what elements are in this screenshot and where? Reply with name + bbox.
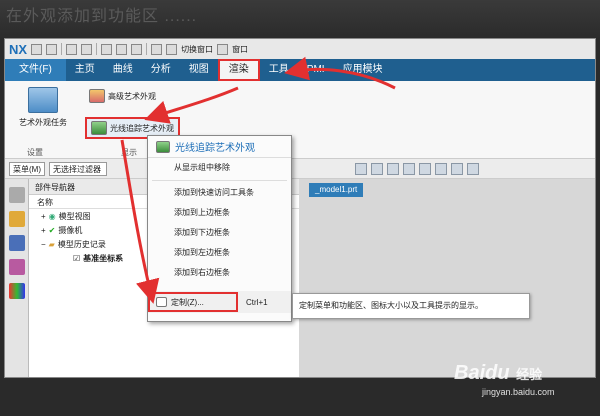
tree-item-label: 摄像机 — [58, 225, 83, 235]
tab-file[interactable]: 文件(F) — [5, 59, 66, 81]
customize-label: 定制(Z)... — [171, 297, 204, 307]
line-icon[interactable] — [451, 162, 463, 175]
advanced-art-icon — [89, 89, 105, 103]
raytrace-icon — [91, 121, 107, 135]
palette-icon[interactable] — [151, 43, 163, 55]
menu-item-add-to-left-bar[interactable]: 添加到左边框条 — [148, 243, 291, 263]
cube-icon[interactable] — [419, 162, 431, 175]
tab-analysis[interactable]: 分析 — [142, 59, 180, 81]
selection-toolbar: 菜单(M) 无选择过滤器 — [5, 159, 595, 179]
customize-icon — [156, 297, 167, 307]
tab-pmi[interactable]: PMI — [298, 59, 334, 81]
group-display-label: 显示 — [121, 148, 137, 157]
divider — [61, 43, 63, 55]
model-view-icon: ◉ — [48, 211, 56, 221]
ribbon-tabs: 文件(F) 主页 曲线 分析 视图 渲染 工具 PMI 应用模块 — [5, 59, 595, 81]
folder-icon: ▰ — [48, 239, 55, 249]
menu-item-add-to-right-bar[interactable]: 添加到右边框条 — [148, 263, 291, 283]
tree-item-label: 模型历史记录 — [57, 239, 106, 249]
watermark-text: 经验 — [516, 367, 543, 382]
redo-icon[interactable] — [81, 43, 93, 55]
resource-bar — [5, 179, 29, 377]
model-tab[interactable]: _model1.prt — [309, 183, 364, 197]
sphere-icon[interactable] — [403, 162, 415, 175]
tab-render[interactable]: 渲染 — [217, 59, 260, 81]
background-header: 在外观添加到功能区 ...... — [0, 0, 600, 38]
nx-logo: NX — [9, 41, 28, 57]
collapse-icon[interactable]: − — [41, 240, 46, 249]
advanced-art-label: 高级艺术外观 — [108, 91, 156, 101]
art-task-label: 艺术外观任务 — [19, 118, 67, 127]
faded-title: 在外观添加到功能区 ...... — [6, 8, 198, 25]
watermark-logo: Baidu — [454, 362, 510, 384]
checkbox-icon[interactable]: ☑ — [73, 254, 80, 263]
customize-shortcut: Ctrl+1 — [246, 297, 268, 307]
snap-icon[interactable] — [371, 162, 383, 175]
tab-curve[interactable]: 曲线 — [104, 59, 142, 81]
gear-icon[interactable] — [8, 187, 25, 203]
box-icon[interactable] — [387, 162, 399, 175]
assembly-icon[interactable] — [8, 211, 25, 227]
tab-home[interactable]: 主页 — [66, 59, 104, 81]
context-menu-title: 光线追踪艺术外观 — [175, 143, 255, 154]
pen-icon[interactable] — [467, 162, 479, 175]
divider — [152, 180, 287, 181]
context-menu-header: 光线追踪艺术外观 — [148, 136, 291, 158]
tab-tools[interactable]: 工具 — [260, 59, 298, 81]
baidu-watermark: Baidu 经验 jingyan.baidu.com — [454, 362, 555, 397]
watermark-url: jingyan.baidu.com — [482, 387, 555, 397]
window-menu[interactable]: 窗口 — [232, 44, 248, 55]
divider — [146, 43, 148, 55]
raytrace-icon — [156, 140, 170, 153]
menu-item-add-to-qat[interactable]: 添加到快速访问工具条 — [148, 183, 291, 203]
menu-item-customize[interactable]: 定制(Z)... Ctrl+1 — [148, 291, 291, 313]
menu-item-remove-from-group[interactable]: 从显示组中移除 — [148, 158, 291, 178]
tree-item-label: 模型视图 — [58, 211, 91, 221]
filter-dropdown[interactable]: 无选择过滤器 — [49, 161, 107, 176]
advanced-art-appearance-button[interactable]: 高级艺术外观 — [89, 89, 156, 103]
point-icon[interactable] — [435, 162, 447, 175]
check-icon: ✔ — [48, 225, 56, 235]
tab-view[interactable]: 视图 — [180, 59, 218, 81]
menu-button[interactable]: 菜单(M) — [9, 161, 45, 176]
menu-item-add-to-top-bar[interactable]: 添加到上边框条 — [148, 203, 291, 223]
switch-window-icon[interactable] — [166, 43, 178, 55]
divider — [96, 43, 98, 55]
group-settings-label: 设置 — [27, 148, 43, 157]
tooltip: 定制菜单和功能区、图标大小以及工具提示的显示。 — [292, 293, 530, 319]
cut-icon[interactable] — [101, 43, 113, 55]
quick-access-toolbar: NX 切换窗口 窗口 — [5, 39, 595, 59]
undo-icon[interactable] — [66, 43, 78, 55]
expand-icon[interactable]: + — [41, 212, 46, 221]
tree-item-label: 基准坐标系 — [83, 253, 124, 263]
part-navigator-icon[interactable] — [8, 259, 25, 275]
constraint-icon[interactable] — [8, 235, 25, 251]
copy-icon[interactable] — [116, 43, 128, 55]
new-icon[interactable] — [31, 43, 43, 55]
save-icon[interactable] — [46, 43, 58, 55]
art-appearance-task-button[interactable]: 艺术外观任务 — [15, 87, 71, 128]
expand-icon[interactable]: + — [41, 226, 46, 235]
select-icon[interactable] — [355, 162, 367, 175]
ribbon-panel: 艺术外观任务 高级艺术外观 光线追踪艺术外观 设置 显示 — [5, 81, 595, 159]
paste-icon[interactable] — [131, 43, 143, 55]
menu-item-add-to-bottom-bar[interactable]: 添加到下边框条 — [148, 223, 291, 243]
customize-highlight[interactable]: 定制(Z)... — [148, 292, 238, 312]
tab-app-modules[interactable]: 应用模块 — [334, 59, 392, 81]
graphics-viewport[interactable]: _model1.prt — [299, 179, 595, 377]
art-task-icon — [28, 87, 58, 113]
window-icon[interactable] — [217, 43, 229, 55]
roles-icon[interactable] — [8, 283, 25, 299]
context-menu: 光线追踪艺术外观 从显示组中移除 添加到快速访问工具条 添加到上边框条 添加到下… — [147, 135, 292, 322]
raytrace-label: 光线追踪艺术外观 — [110, 123, 174, 133]
switch-window-button[interactable]: 切换窗口 — [181, 44, 213, 55]
nx-window: NX 切换窗口 窗口 文件(F) 主页 曲线 分析 视图 渲染 工具 PMI 应… — [4, 38, 596, 378]
